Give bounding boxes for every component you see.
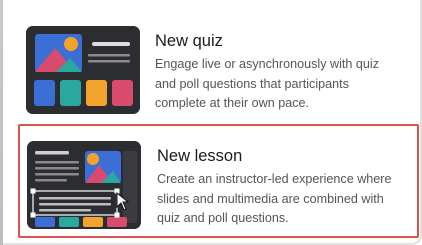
new-quiz-description-line: Engage live or asynchronously with quiz — [155, 57, 380, 71]
new-quiz-description: Engage live or asynchronously with quiz … — [155, 55, 415, 114]
new-quiz-option[interactable]: New quiz Engage live or asynchronously w… — [18, 18, 419, 122]
lesson-thumbnail-icon — [27, 141, 141, 229]
new-lesson-title: New lesson — [157, 147, 243, 165]
new-lesson-description-line: slides and multimedia are combined with — [157, 191, 384, 206]
new-quiz-title: New quiz — [155, 32, 223, 50]
new-quiz-description-line: and poll questions that participants — [155, 76, 349, 91]
new-item-menu: New quiz Engage live or asynchronously w… — [0, 0, 422, 245]
new-lesson-description-line: Create an instructor-led experience wher… — [157, 172, 392, 186]
quiz-thumbnail-icon — [26, 26, 140, 114]
new-lesson-description: Create an instructor-led experience wher… — [157, 170, 417, 229]
new-lesson-description-line: quiz and poll questions. — [157, 211, 289, 225]
new-lesson-option[interactable]: New lesson Create an instructor-led expe… — [18, 124, 419, 238]
new-quiz-description-line: complete at their own pace. — [155, 96, 310, 110]
